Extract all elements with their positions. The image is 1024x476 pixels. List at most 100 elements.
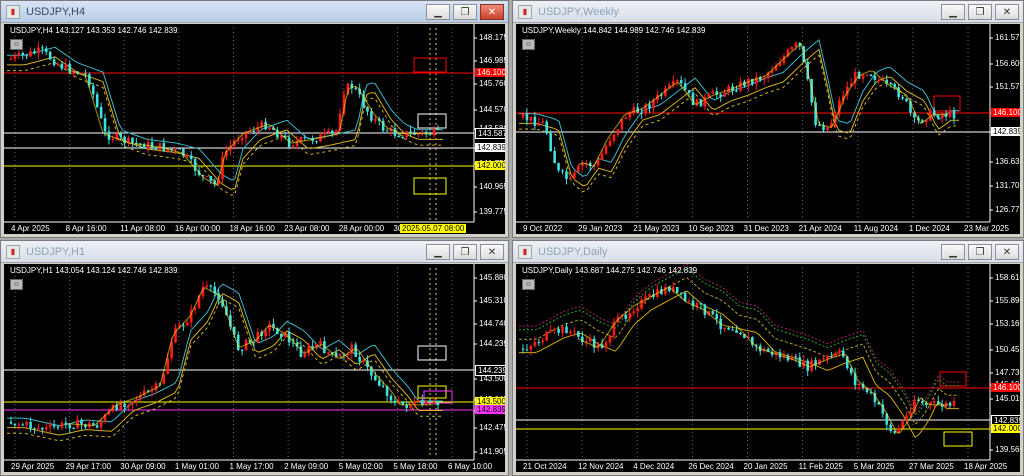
minimize-button[interactable]: ▁ (426, 244, 450, 260)
expert-icon[interactable]: ☺ (522, 279, 535, 290)
candle-body (127, 404, 130, 408)
candle-body (632, 311, 636, 314)
candle-body (905, 415, 908, 421)
title-bar[interactable]: ▮ USDJPY,Weekly ▁ ❐ ✕ (513, 1, 1023, 23)
minimize-button[interactable]: ▁ (941, 4, 965, 20)
candle-body (687, 90, 691, 93)
candle-body (68, 424, 72, 429)
expert-icon[interactable]: ☺ (522, 39, 535, 50)
expert-icon[interactable]: ☺ (10, 39, 23, 50)
candle-body (397, 135, 401, 138)
time-axis-label: 8 Apr 16:00 (65, 224, 107, 233)
candle-body (557, 163, 560, 171)
candle-body (553, 328, 556, 330)
zone-box[interactable] (413, 177, 447, 195)
restore-button[interactable]: ❐ (453, 4, 477, 20)
restore-button[interactable]: ❐ (453, 244, 477, 260)
candle-body (794, 42, 798, 48)
candle-body (723, 327, 726, 330)
candle-body (123, 403, 126, 408)
close-button[interactable]: ✕ (995, 4, 1019, 20)
candle-body (21, 424, 25, 426)
candle-body (240, 138, 244, 141)
crosshair-time-label: 2025.05.07 08:00 (400, 224, 467, 233)
time-axis-label: 9 Oct 2022 (523, 224, 563, 233)
chart-window-weekly[interactable]: ▮ USDJPY,Weekly ▁ ❐ ✕ 9 Oct 2022 29 Jan 2… (512, 0, 1024, 238)
title-bar[interactable]: ▮ USDJPY,Daily ▁ ❐ ✕ (513, 241, 1023, 263)
candle-body (111, 138, 115, 140)
chart-canvas[interactable]: 9 Oct 2022 29 Jan 2023 21 May 2023 10 Sep 2… (516, 24, 1020, 234)
candle-body (44, 427, 48, 430)
zone-box[interactable] (933, 95, 961, 112)
candle-body (948, 110, 952, 117)
price-axis-label: 150.455 (995, 345, 1020, 354)
price-marker-label: 142.000 (475, 161, 505, 170)
candle-body (41, 428, 44, 430)
candle-body (209, 285, 213, 287)
candle-body (268, 323, 271, 331)
close-button[interactable]: ✕ (480, 244, 504, 260)
ohlc-readout: USDJPY,H1 143.054 143.124 142.746 142.83… (10, 266, 178, 275)
candle-body (565, 326, 568, 334)
candle-body (64, 422, 68, 425)
restore-button[interactable]: ❐ (968, 4, 992, 20)
price-axis-label: 126.775 (995, 205, 1020, 214)
candle-body (17, 424, 21, 426)
time-axis-label: 26 Dec 2024 (688, 462, 734, 471)
candle-body (25, 421, 28, 426)
candle-body (436, 401, 440, 405)
time-axis-label: 21 Oct 2024 (523, 462, 567, 471)
candle-body (205, 175, 209, 177)
candle-body (901, 97, 904, 99)
candle-body (679, 292, 683, 294)
chart-icon: ▮ (518, 244, 532, 259)
zone-box[interactable] (943, 431, 973, 447)
chart-canvas[interactable]: 4 Apr 2025 8 Apr 16:00 11 Apr 08:00 16 Apr … (4, 24, 505, 234)
expert-icon[interactable]: ☺ (10, 279, 23, 290)
time-axis-label: 5 May 02:00 (338, 462, 383, 471)
time-axis-label: 23 Apr 08:00 (284, 224, 330, 233)
candle-body (679, 80, 683, 84)
candle-body (861, 75, 865, 79)
title-bar[interactable]: ▮ USDJPY,H1 ▁ ❐ ✕ (1, 241, 508, 263)
moving-average-line (519, 277, 959, 425)
chart-window-daily[interactable]: ▮ USDJPY,Daily ▁ ❐ ✕ 21 Oct 2024 12 Nov 2… (512, 240, 1024, 476)
chart-icon: ▮ (6, 244, 20, 259)
candle-body (537, 341, 541, 343)
candle-body (529, 116, 533, 121)
candle-body (436, 128, 440, 130)
chart-canvas[interactable]: 21 Oct 2024 12 Nov 2024 4 Dec 2024 26 Dec 2… (516, 264, 1020, 472)
chart-window-h1[interactable]: ▮ USDJPY,H1 ▁ ❐ ✕ 29 Apr 2025 29 Apr 17:0… (0, 240, 509, 476)
candle-body (561, 170, 564, 172)
candle-body (948, 402, 952, 406)
minimize-button[interactable]: ▁ (426, 4, 450, 20)
price-axis-label: 136.635 (995, 157, 1020, 166)
candle-body (703, 96, 707, 107)
chart-canvas[interactable]: 29 Apr 2025 29 Apr 17:00 30 Apr 09:00 1 May… (4, 264, 505, 472)
chart-icon: ▮ (518, 4, 532, 19)
ohlc-readout: USDJPY,H4 143.127 143.353 142.746 142.83… (10, 26, 178, 35)
zone-box[interactable] (417, 113, 447, 129)
restore-button[interactable]: ❐ (968, 244, 992, 260)
candle-body (921, 400, 924, 403)
candle-body (182, 325, 185, 327)
chart-window-h4[interactable]: ▮ USDJPY,H4 ▁ ❐ ✕ 4 Apr 2025 8 Apr 16:00 1… (0, 0, 509, 238)
candle-body (711, 311, 715, 315)
candle-body (44, 48, 48, 52)
candle-body (334, 130, 338, 133)
candle-body (794, 356, 798, 358)
trend-overlay-line (578, 286, 948, 434)
candle-body (521, 113, 525, 118)
zone-box[interactable] (417, 345, 447, 361)
price-axis-label: 146.985 (479, 56, 505, 65)
candle-body (185, 322, 189, 326)
candle-body (877, 79, 881, 81)
candle-body (573, 331, 576, 333)
close-button[interactable]: ✕ (995, 244, 1019, 260)
close-button[interactable]: ✕ (480, 4, 504, 20)
title-bar[interactable]: ▮ USDJPY,H4 ▁ ❐ ✕ (1, 1, 508, 23)
candle-body (393, 400, 397, 403)
minimize-button[interactable]: ▁ (941, 244, 965, 260)
window-title: USDJPY,H1 (26, 245, 86, 258)
candle-body (525, 113, 529, 121)
